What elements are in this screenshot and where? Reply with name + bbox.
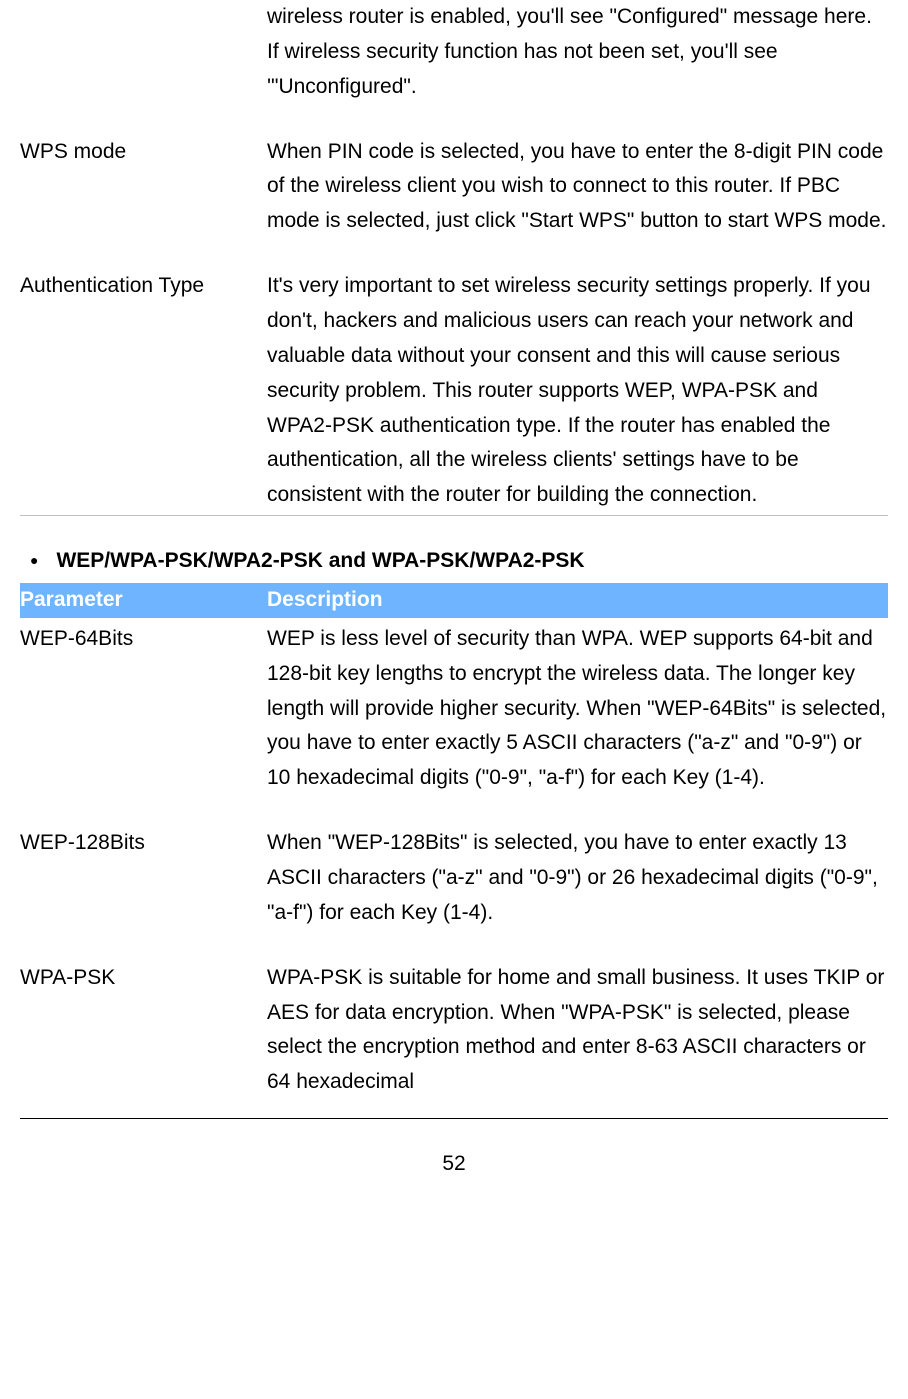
param-label: WPA-PSK: [20, 961, 267, 1100]
param-row-wps-mode: WPS mode When PIN code is selected, you …: [20, 135, 888, 240]
table-header-parameter: Parameter: [20, 583, 267, 618]
page-number: 52: [442, 1152, 465, 1175]
param-row-wep64: WEP-64Bits WEP is less level of security…: [20, 622, 888, 796]
param-desc: WPA-PSK is suitable for home and small b…: [267, 961, 888, 1100]
bullet-icon: ●: [30, 549, 38, 572]
heading-text: WEP/WPA-PSK/WPA2-PSK and WPA-PSK/WPA2-PS…: [56, 544, 584, 579]
param-label: [20, 0, 267, 105]
section-divider: Authentication Type It's very important …: [20, 269, 888, 516]
param-desc: When PIN code is selected, you have to e…: [267, 135, 888, 240]
param-row-wpa-psk: WPA-PSK WPA-PSK is suitable for home and…: [20, 961, 888, 1100]
param-label: WPS mode: [20, 135, 267, 240]
param-desc: WEP is less level of security than WPA. …: [267, 622, 888, 796]
section-heading-wep-wpa: ● WEP/WPA-PSK/WPA2-PSK and WPA-PSK/WPA2-…: [30, 544, 888, 579]
param-row-configured: wireless router is enabled, you'll see "…: [20, 0, 888, 105]
param-desc: It's very important to set wireless secu…: [267, 269, 888, 513]
param-desc: When "WEP-128Bits" is selected, you have…: [267, 826, 888, 931]
param-desc: wireless router is enabled, you'll see "…: [267, 0, 888, 105]
param-row-auth-type: Authentication Type It's very important …: [20, 269, 888, 513]
page-footer: 52: [20, 1118, 888, 1182]
param-label: Authentication Type: [20, 269, 267, 513]
param-label: WEP-64Bits: [20, 622, 267, 796]
table-header-description: Description: [267, 583, 888, 618]
param-row-wep128: WEP-128Bits When "WEP-128Bits" is select…: [20, 826, 888, 931]
param-label: WEP-128Bits: [20, 826, 267, 931]
table-header: Parameter Description: [20, 583, 888, 618]
